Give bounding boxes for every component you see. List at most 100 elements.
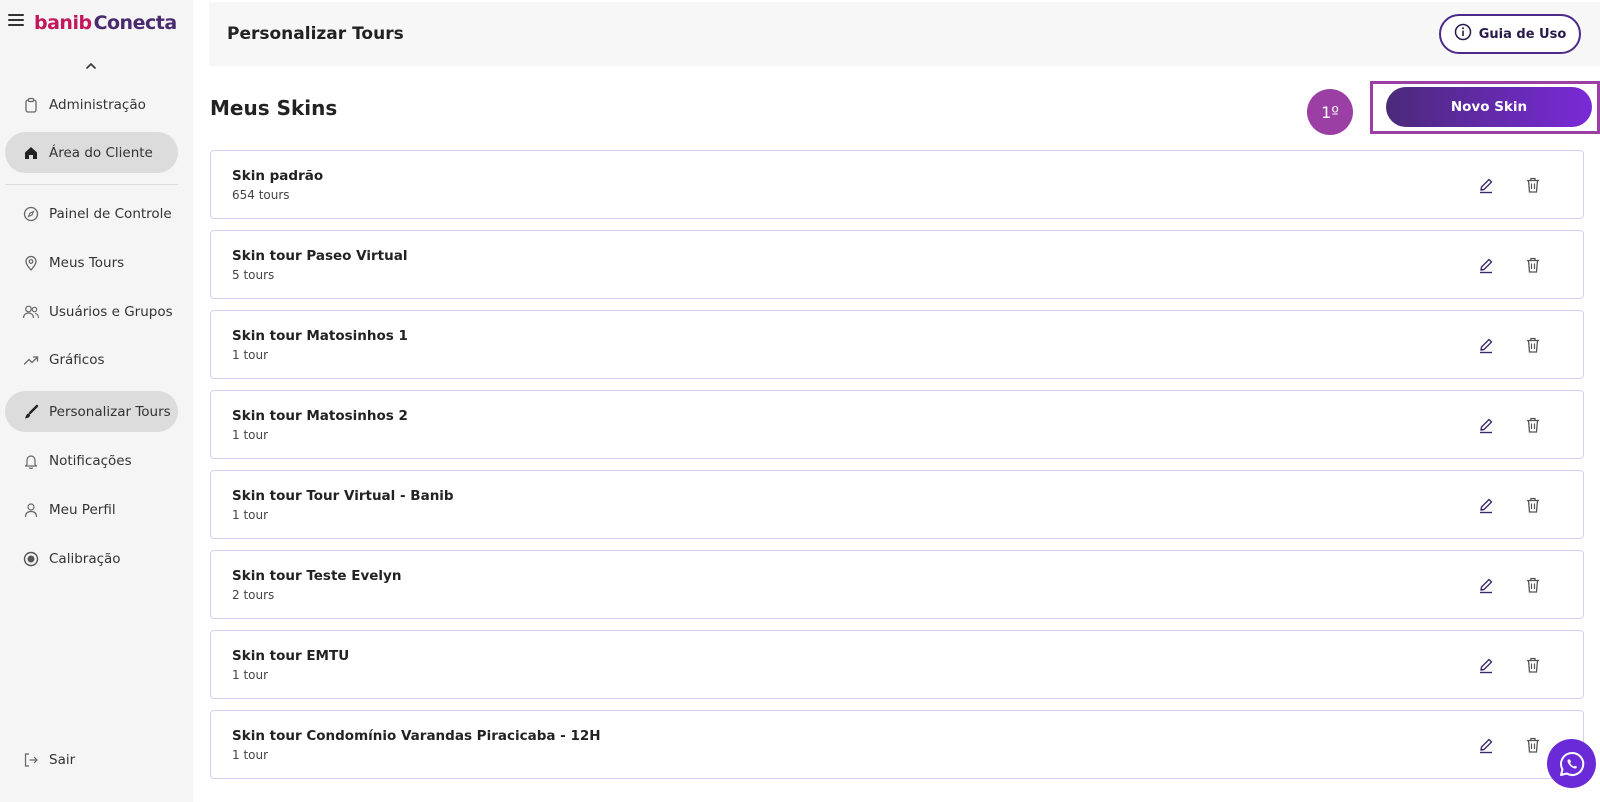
users-icon: [22, 303, 40, 321]
pencil-icon: [1480, 178, 1493, 194]
edit-skin-button[interactable]: [1476, 335, 1496, 355]
logo-part1: banib: [34, 12, 92, 34]
edit-skin-button[interactable]: [1476, 495, 1496, 515]
delete-skin-button[interactable]: [1523, 735, 1543, 755]
trash-icon: [1527, 577, 1539, 593]
delete-skin-button[interactable]: [1523, 255, 1543, 275]
delete-skin-button[interactable]: [1523, 495, 1543, 515]
pencil-icon: [1480, 578, 1493, 594]
sidebar-item-label: Personalizar Tours: [49, 403, 171, 420]
logout-icon: [22, 751, 40, 769]
delete-skin-button[interactable]: [1523, 415, 1543, 435]
pencil-icon: [1480, 258, 1493, 274]
page-title: Personalizar Tours: [227, 24, 404, 44]
pencil-icon: [1480, 498, 1493, 514]
skin-tour-count: 2 tours: [232, 588, 275, 602]
sidebar-item-label: Painel de Controle: [49, 205, 172, 222]
sidebar-item-label: Área do Cliente: [49, 144, 153, 161]
clipboard-icon: [22, 96, 40, 114]
sidebar-item-label: Meus Tours: [49, 254, 125, 271]
edit-skin-button[interactable]: [1476, 735, 1496, 755]
sidebar-item-painel-de-controle[interactable]: Painel de Controle: [5, 193, 178, 234]
compass-icon: [22, 205, 40, 223]
sidebar-item-meu-perfil[interactable]: Meu Perfil: [5, 489, 178, 530]
sidebar-item-calibracao[interactable]: Calibração: [5, 538, 178, 579]
sidebar-item-label: Notificações: [49, 452, 132, 469]
sidebar-item-graficos[interactable]: Gráficos: [5, 339, 178, 380]
sidebar-item-label: Meu Perfil: [49, 501, 116, 518]
target-icon: [22, 550, 40, 568]
skin-name: Skin padrão: [232, 168, 324, 184]
sidebar-item-label: Gráficos: [49, 351, 105, 368]
page-header: Personalizar Tours Guia de Uso: [209, 2, 1600, 66]
skin-name: Skin tour Tour Virtual - Banib: [232, 488, 454, 504]
skin-tour-count: 1 tour: [232, 508, 269, 522]
skin-name: Skin tour EMTU: [232, 648, 350, 664]
edit-skin-button[interactable]: [1476, 575, 1496, 595]
skin-row: Skin tour EMTU 1 tour: [210, 630, 1584, 699]
skin-row: Skin tour Condomínio Varandas Piracicaba…: [210, 710, 1584, 779]
guia-de-uso-label: Guia de Uso: [1478, 26, 1567, 42]
whatsapp-button[interactable]: [1547, 739, 1596, 788]
delete-skin-button[interactable]: [1523, 175, 1543, 195]
section-title: Meus Skins: [210, 96, 338, 120]
skin-tour-count: 1 tour: [232, 668, 269, 682]
skin-row: Skin padrão 654 tours: [210, 150, 1584, 219]
trash-icon: [1527, 737, 1539, 753]
trash-icon: [1527, 497, 1539, 513]
whatsapp-icon: [1559, 751, 1584, 776]
logout-button[interactable]: Sair: [5, 739, 178, 780]
logo-part2: Conecta: [93, 12, 178, 34]
sidebar-item-meus-tours[interactable]: Meus Tours: [5, 242, 178, 283]
edit-skin-button[interactable]: [1476, 655, 1496, 675]
skin-name: Skin tour Teste Evelyn: [232, 568, 402, 584]
trending-up-icon: [22, 351, 40, 369]
trash-icon: [1527, 657, 1539, 673]
novo-skin-button[interactable]: Novo Skin: [1386, 87, 1592, 127]
sidebar-item-label: Usuários e Grupos: [49, 303, 173, 320]
delete-skin-button[interactable]: [1523, 575, 1543, 595]
sidebar-item-personalizar-tours[interactable]: Personalizar Tours: [5, 391, 178, 432]
map-pin-icon: [22, 254, 40, 272]
info-icon: [1454, 23, 1472, 45]
skin-row: Skin tour Matosinhos 1 1 tour: [210, 310, 1584, 379]
home-icon: [22, 144, 40, 162]
logout-label: Sair: [49, 751, 76, 768]
skin-row: Skin tour Matosinhos 2 1 tour: [210, 390, 1584, 459]
sidebar-item-administracao[interactable]: Administração: [5, 84, 178, 125]
delete-skin-button[interactable]: [1523, 655, 1543, 675]
step-badge-1: 1º: [1307, 89, 1353, 135]
delete-skin-button[interactable]: [1523, 335, 1543, 355]
skin-name: Skin tour Matosinhos 1: [232, 328, 408, 344]
skin-name: Skin tour Paseo Virtual: [232, 248, 408, 264]
skin-tour-count: 5 tours: [232, 268, 275, 282]
pencil-icon: [1480, 658, 1493, 674]
chevron-up-icon[interactable]: [84, 58, 98, 72]
skin-tour-count: 1 tour: [232, 748, 269, 762]
logo[interactable]: banib Conecta: [34, 12, 177, 38]
edit-skin-button[interactable]: [1476, 255, 1496, 275]
pencil-icon: [1480, 738, 1493, 754]
guia-de-uso-button[interactable]: Guia de Uso: [1439, 14, 1581, 54]
trash-icon: [1527, 337, 1539, 353]
skin-row: Skin tour Paseo Virtual 5 tours: [210, 230, 1584, 299]
skin-list: Skin padrão 654 tours Skin tour Paseo Vi…: [210, 150, 1584, 790]
sidebar-item-usuarios-e-grupos[interactable]: Usuários e Grupos: [5, 291, 178, 332]
edit-skin-button[interactable]: [1476, 415, 1496, 435]
sidebar-item-label: Administração: [49, 96, 146, 113]
sidebar-item-notificacoes[interactable]: Notificações: [5, 440, 178, 481]
user-icon: [22, 501, 40, 519]
hamburger-menu-icon[interactable]: [8, 14, 24, 28]
pencil-icon: [1480, 338, 1493, 354]
sidebar-divider: [5, 184, 178, 185]
skin-name: Skin tour Matosinhos 2: [232, 408, 408, 424]
sidebar-item-area-do-cliente[interactable]: Área do Cliente: [5, 132, 178, 173]
skin-row: Skin tour Teste Evelyn 2 tours: [210, 550, 1584, 619]
skin-row: Skin tour Tour Virtual - Banib 1 tour: [210, 470, 1584, 539]
brush-icon: [22, 403, 40, 421]
bell-icon: [22, 452, 40, 470]
trash-icon: [1527, 417, 1539, 433]
skin-name: Skin tour Condomínio Varandas Piracicaba…: [232, 728, 601, 744]
edit-skin-button[interactable]: [1476, 175, 1496, 195]
skin-tour-count: 1 tour: [232, 348, 269, 362]
